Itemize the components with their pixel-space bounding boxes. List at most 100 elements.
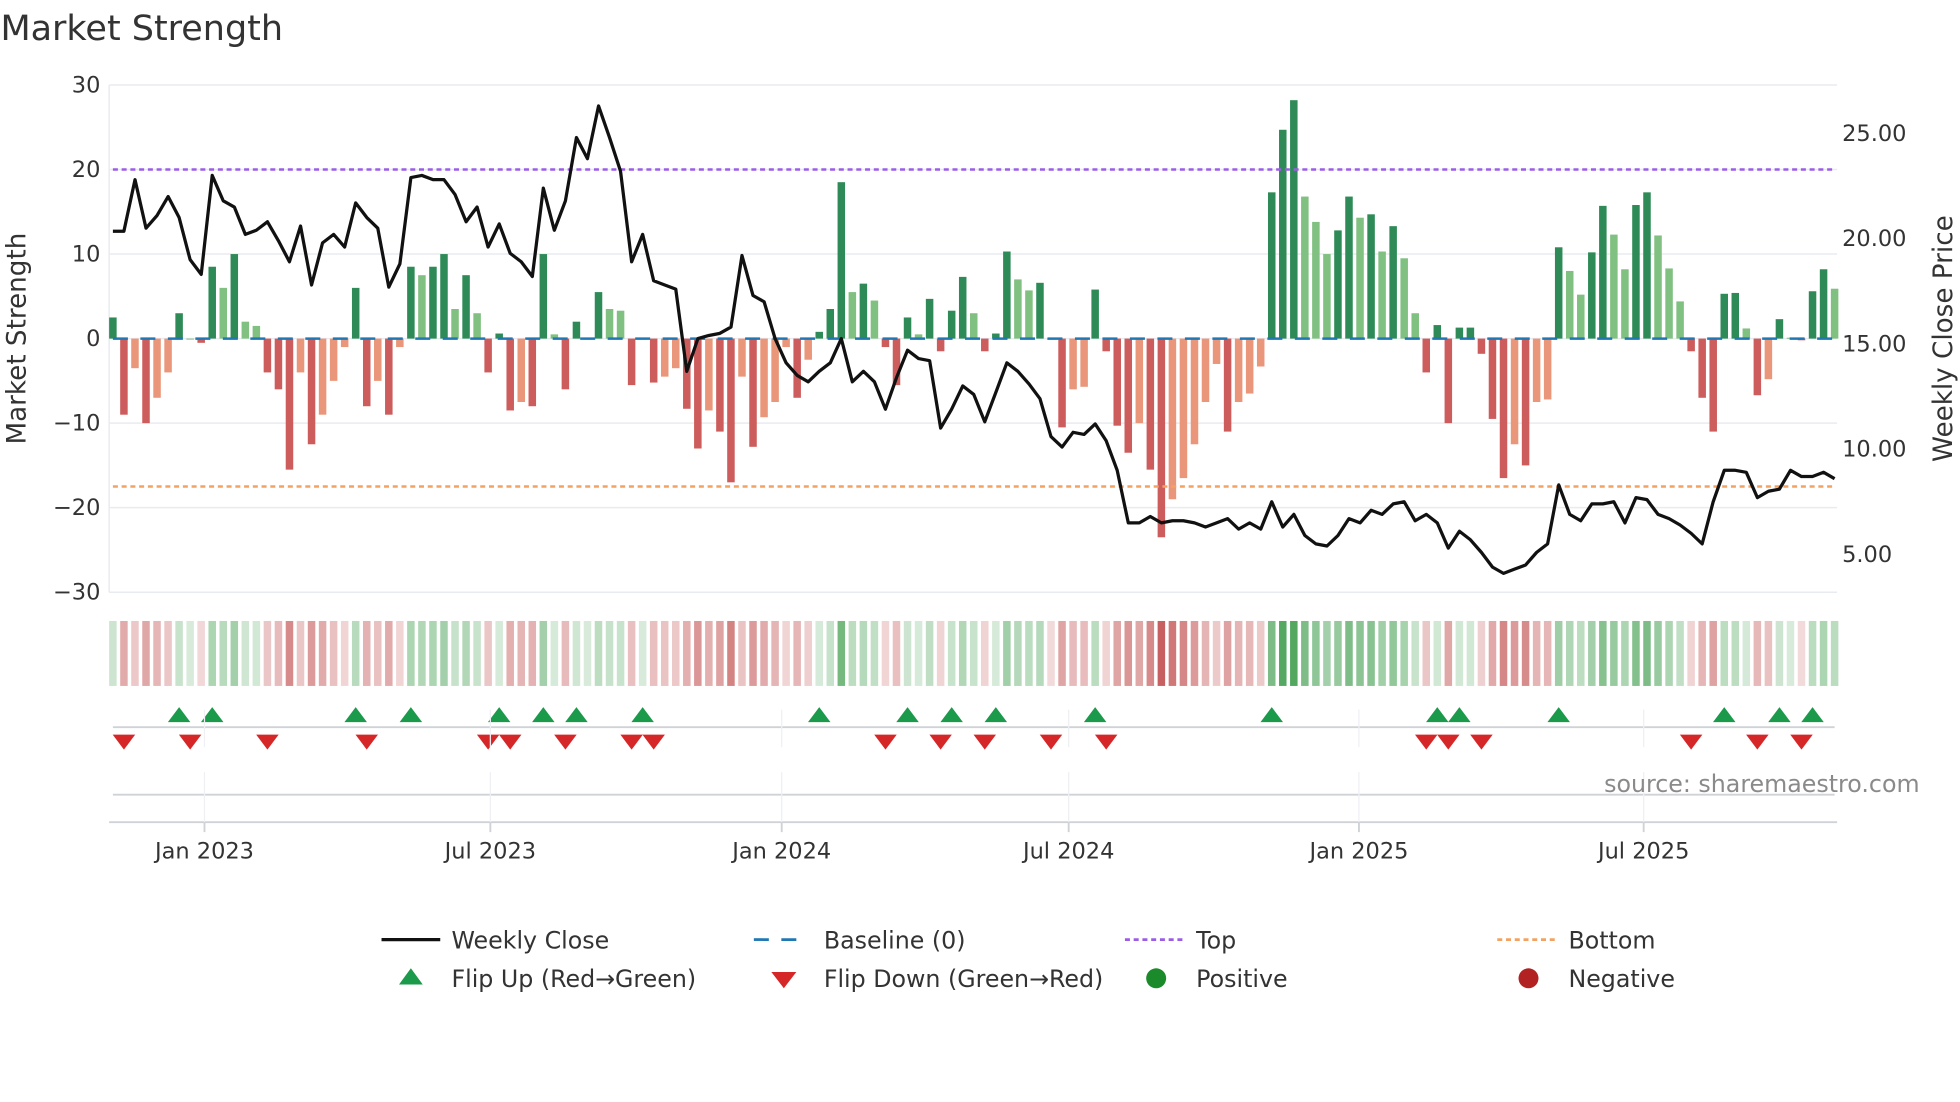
heat-cell: [142, 620, 150, 686]
heat-cell: [1245, 620, 1254, 686]
flip-up-marker: [167, 707, 191, 723]
strength-bar: [649, 338, 658, 383]
strength-bar: [782, 338, 790, 348]
strength-bar: [1808, 291, 1817, 339]
heat-cell: [848, 620, 857, 686]
heat-cell: [1201, 620, 1210, 686]
heat-cell: [1687, 620, 1695, 686]
strength-bar: [528, 338, 537, 407]
heat-cell: [694, 620, 702, 686]
y-tick-label: 10: [72, 242, 101, 268]
legend-flip-up: Flip Up (Red→Green): [451, 965, 696, 993]
positive-dot-icon: [1146, 968, 1167, 989]
heat-cell: [153, 620, 161, 686]
strength-bar: [1157, 338, 1166, 538]
strength-bar: [738, 338, 746, 377]
chart-title: Market Strength: [0, 9, 283, 49]
heat-cell: [1113, 620, 1121, 686]
strength-bar: [318, 338, 327, 415]
heat-cell: [1477, 620, 1486, 686]
heat-cell: [1146, 620, 1155, 686]
y-axis-label: Market Strength: [2, 233, 32, 445]
strength-bar: [826, 309, 835, 339]
strength-bar: [1565, 270, 1574, 339]
strength-bar: [1179, 338, 1188, 479]
y-tick-label: 0: [86, 326, 100, 352]
flip-down-marker: [620, 734, 643, 750]
heat-cell: [495, 620, 503, 686]
flip-down-marker: [1470, 734, 1493, 750]
legend: Weekly Close Baseline (0) Top Bottom Fli…: [381, 926, 1675, 993]
heat-cell: [1543, 620, 1552, 686]
strength-bar: [109, 317, 117, 339]
heat-strip: [109, 620, 1839, 686]
heat-cell: [1422, 620, 1431, 686]
heat-cell: [362, 620, 371, 686]
strength-bar: [925, 298, 934, 339]
heat-cell: [782, 620, 790, 686]
flip-down-marker: [1679, 734, 1703, 750]
heat-cell: [594, 620, 603, 686]
heat-cell: [1808, 620, 1817, 686]
strength-bar: [142, 338, 150, 424]
strength-bar: [1190, 338, 1199, 445]
heat-cell: [1102, 620, 1110, 686]
strength-bar: [241, 321, 250, 339]
heat-cell: [1786, 620, 1795, 686]
heat-cell: [230, 620, 239, 686]
heat-cell: [1709, 620, 1717, 686]
strength-bar: [1400, 258, 1408, 339]
heat-cell: [1256, 620, 1265, 686]
heat-cell: [1830, 620, 1839, 686]
flip-up-icon: [399, 968, 423, 985]
heat-cell: [1764, 620, 1773, 686]
strength-bar: [1124, 338, 1133, 453]
strength-bar: [1599, 205, 1607, 339]
strength-bar: [374, 338, 382, 381]
heat-cell: [539, 620, 548, 686]
heat-cell: [473, 620, 481, 686]
heat-cell: [826, 620, 835, 686]
strength-bar: [1323, 254, 1331, 339]
heat-cell: [109, 620, 117, 686]
flip-up-marker: [532, 707, 555, 723]
legend-positive: Positive: [1196, 965, 1287, 993]
heat-cell: [616, 620, 625, 686]
strength-bar: [230, 254, 239, 339]
flip-up-marker: [940, 707, 963, 723]
heat-cell: [627, 620, 636, 686]
heat-cell: [936, 620, 945, 686]
x-tick-label: Jan 2023: [153, 838, 254, 864]
heat-cell: [958, 620, 967, 686]
heat-cell: [1698, 620, 1706, 686]
strength-bar: [1080, 338, 1088, 387]
x-tick-label: Jul 2023: [443, 838, 536, 864]
y-tick-label: −30: [53, 580, 100, 606]
strength-bar: [175, 313, 183, 339]
heat-cell: [1212, 620, 1221, 686]
strength-bar: [1488, 338, 1497, 419]
strength-bar: [1433, 325, 1442, 339]
strength-bar: [981, 338, 989, 352]
heat-cell: [1643, 620, 1651, 686]
flip-down-marker: [1790, 734, 1813, 750]
strength-bar: [1654, 235, 1662, 339]
heat-cell: [572, 620, 581, 686]
strength-bar: [1698, 338, 1706, 398]
strength-bar: [1742, 328, 1751, 339]
heat-cell: [1621, 620, 1629, 686]
heat-cell: [186, 620, 194, 686]
heat-cell: [1400, 620, 1408, 686]
flip-down-marker: [1746, 734, 1769, 750]
flip-up-marker: [487, 707, 511, 723]
heat-cell: [120, 620, 128, 686]
y-tick-label: −20: [53, 495, 100, 521]
flip-down-marker: [973, 734, 997, 750]
flip-up-marker: [1547, 707, 1570, 723]
heat-cell: [1676, 620, 1684, 686]
legend-weekly-close: Weekly Close: [451, 926, 609, 954]
strength-bar: [418, 275, 426, 339]
flip-down-marker: [1094, 734, 1118, 750]
strength-bar: [1521, 338, 1530, 466]
heat-cell: [1047, 620, 1055, 686]
